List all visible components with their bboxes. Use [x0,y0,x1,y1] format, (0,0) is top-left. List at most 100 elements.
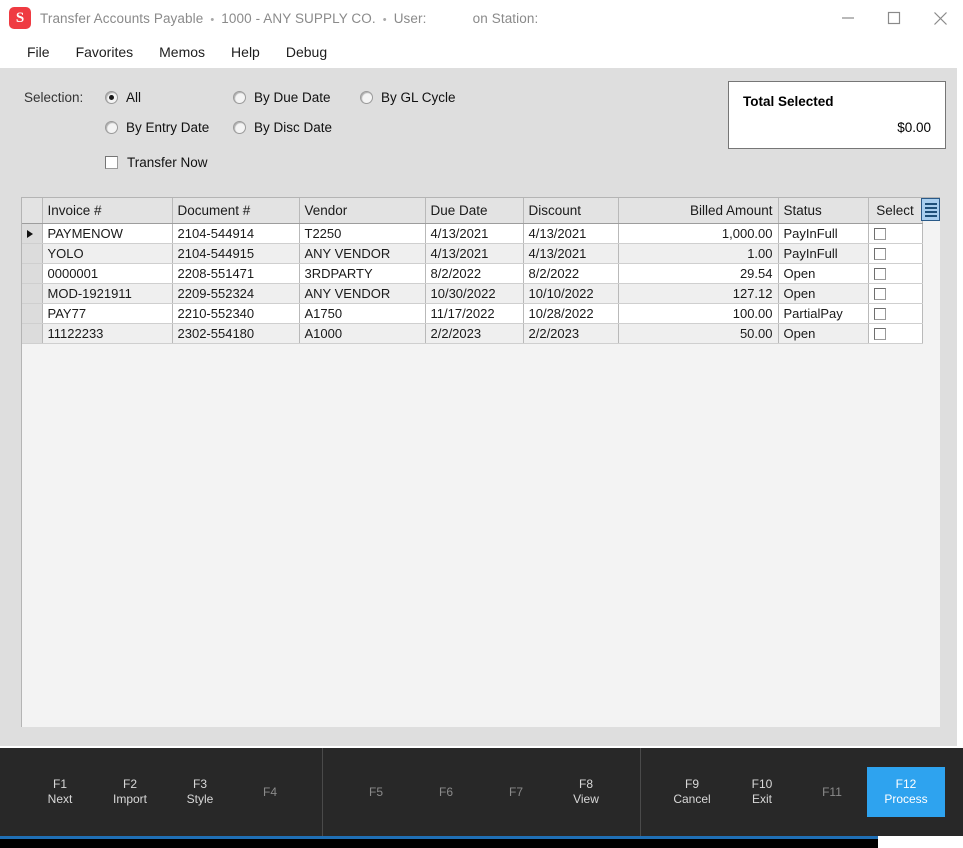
row-select-checkbox[interactable] [873,268,886,281]
cell-vendor: A1000 [299,323,426,344]
cell-vendor: A1750 [299,303,426,324]
row-select-checkbox[interactable] [873,308,886,321]
header-due-date[interactable]: Due Date [425,198,524,224]
radio-by-disc-date[interactable]: By Disc Date [233,120,332,135]
function-key-group-3: F9 Cancel F10 Exit F11 F12 Process [657,748,945,836]
radio-by-entry-date-indicator[interactable] [105,121,118,134]
radio-all-indicator[interactable] [105,91,118,104]
total-selected-value: $0.00 [897,120,931,135]
close-icon [933,11,947,25]
table-row[interactable]: PAY77 2210-552340 A1750 11/17/2022 10/28… [22,303,923,324]
cell-select[interactable] [868,303,923,324]
radio-by-entry-date-label: By Entry Date [126,120,210,135]
table-row[interactable]: MOD-1921911 2209-552324 ANY VENDOR 10/30… [22,283,923,304]
radio-by-gl-cycle-indicator[interactable] [360,91,373,104]
radio-by-gl-cycle-label: By GL Cycle [381,90,456,105]
row-marker [22,323,43,344]
cell-select[interactable] [868,243,923,264]
cell-due-date: 10/30/2022 [425,283,524,304]
fkey-f6-num: F6 [438,784,453,799]
row-marker [22,243,43,264]
radio-by-due-date-label: By Due Date [254,90,331,105]
checkbox-transfer-now[interactable]: Transfer Now [105,155,208,170]
fkey-f2-import[interactable]: F2 Import [95,777,165,807]
radio-by-due-date[interactable]: By Due Date [233,90,331,105]
row-marker [22,283,43,304]
cell-invoice: PAYMENOW [42,223,173,244]
fkey-f12-label: Process [884,792,928,806]
cell-invoice: PAY77 [42,303,173,324]
header-row-marker [22,198,43,224]
menu-item-help[interactable]: Help [221,41,270,63]
header-status[interactable]: Status [778,198,869,224]
menu-item-file[interactable]: File [17,41,60,63]
fkey-f2-label: Import [112,792,147,806]
maximize-button[interactable] [871,0,917,36]
cell-discount: 4/13/2021 [523,223,619,244]
table-row[interactable]: YOLO 2104-544915 ANY VENDOR 4/13/2021 4/… [22,243,923,264]
cell-document: 2208-551471 [172,263,300,284]
fkey-f3-style[interactable]: F3 Style [165,777,235,807]
fkey-f8-label: View [573,792,599,806]
close-button[interactable] [917,0,963,36]
table-row[interactable]: PAYMENOW 2104-544914 T2250 4/13/2021 4/1… [22,223,923,244]
radio-by-disc-date-indicator[interactable] [233,121,246,134]
row-select-checkbox[interactable] [873,328,886,341]
cell-due-date: 4/13/2021 [425,223,524,244]
fkey-f1-next[interactable]: F1 Next [25,777,95,807]
menu-item-memos[interactable]: Memos [149,41,215,63]
cell-status: Open [778,283,869,304]
table-row[interactable]: 0000001 2208-551471 3RDPARTY 8/2/2022 8/… [22,263,923,284]
header-invoice[interactable]: Invoice # [42,198,173,224]
menu-item-debug[interactable]: Debug [276,41,337,63]
fkey-f8-num: F8 [578,777,593,791]
current-row-arrow-icon [27,230,33,239]
radio-all[interactable]: All [105,90,141,105]
row-select-checkbox[interactable] [873,288,886,301]
header-document[interactable]: Document # [172,198,300,224]
fkey-f11: F11 [797,785,867,800]
cell-vendor: ANY VENDOR [299,243,426,264]
header-discount[interactable]: Discount [523,198,619,224]
cell-select[interactable] [868,263,923,284]
cell-select[interactable] [868,283,923,304]
header-billed-amount[interactable]: Billed Amount [618,198,779,224]
radio-by-gl-cycle[interactable]: By GL Cycle [360,90,456,105]
minimize-button[interactable] [825,0,871,36]
cell-due-date: 11/17/2022 [425,303,524,324]
transfer-now-checkbox-box[interactable] [105,156,118,169]
minimize-icon [842,17,854,19]
cell-vendor: ANY VENDOR [299,283,426,304]
header-row: Invoice # Document # Vendor Due Date Dis… [22,198,923,224]
header-vendor[interactable]: Vendor [299,198,426,224]
invoice-table: Invoice # Document # Vendor Due Date Dis… [22,198,923,344]
fkey-f10-exit[interactable]: F10 Exit [727,777,797,807]
menu-item-favorites[interactable]: Favorites [66,41,144,63]
window-title-user-label: User: [393,10,427,26]
fkey-f12-num: F12 [895,777,917,791]
fkey-f7-num: F7 [508,784,523,799]
window-title: Transfer Accounts Payable • 1000 - ANY SUP… [40,11,538,26]
fkey-f9-cancel[interactable]: F9 Cancel [657,777,727,807]
window-controls [825,0,963,36]
cell-select[interactable] [868,223,923,244]
title-bar: S Transfer Accounts Payable • 1000 - ANY S… [0,0,963,36]
cell-status: PayInFull [778,243,869,264]
grid-menu-button[interactable] [921,198,940,221]
radio-by-due-date-indicator[interactable] [233,91,246,104]
fkey-f12-process[interactable]: F12 Process [867,767,945,817]
maximize-icon [887,11,901,25]
fkey-f8-view[interactable]: F8 View [551,777,621,807]
cell-status: Open [778,263,869,284]
invoice-grid[interactable]: Invoice # Document # Vendor Due Date Dis… [21,197,940,727]
row-marker [22,263,43,284]
cell-billed-amount: 127.12 [618,283,779,304]
row-select-checkbox[interactable] [873,248,886,261]
row-select-checkbox[interactable] [873,228,886,241]
table-row[interactable]: 11122233 2302-554180 A1000 2/2/2023 2/2/… [22,323,923,344]
cell-discount: 2/2/2023 [523,323,619,344]
cell-select[interactable] [868,323,923,344]
radio-by-entry-date[interactable]: By Entry Date [105,120,209,135]
header-select[interactable]: Select [868,198,923,224]
cell-billed-amount: 1.00 [618,243,779,264]
